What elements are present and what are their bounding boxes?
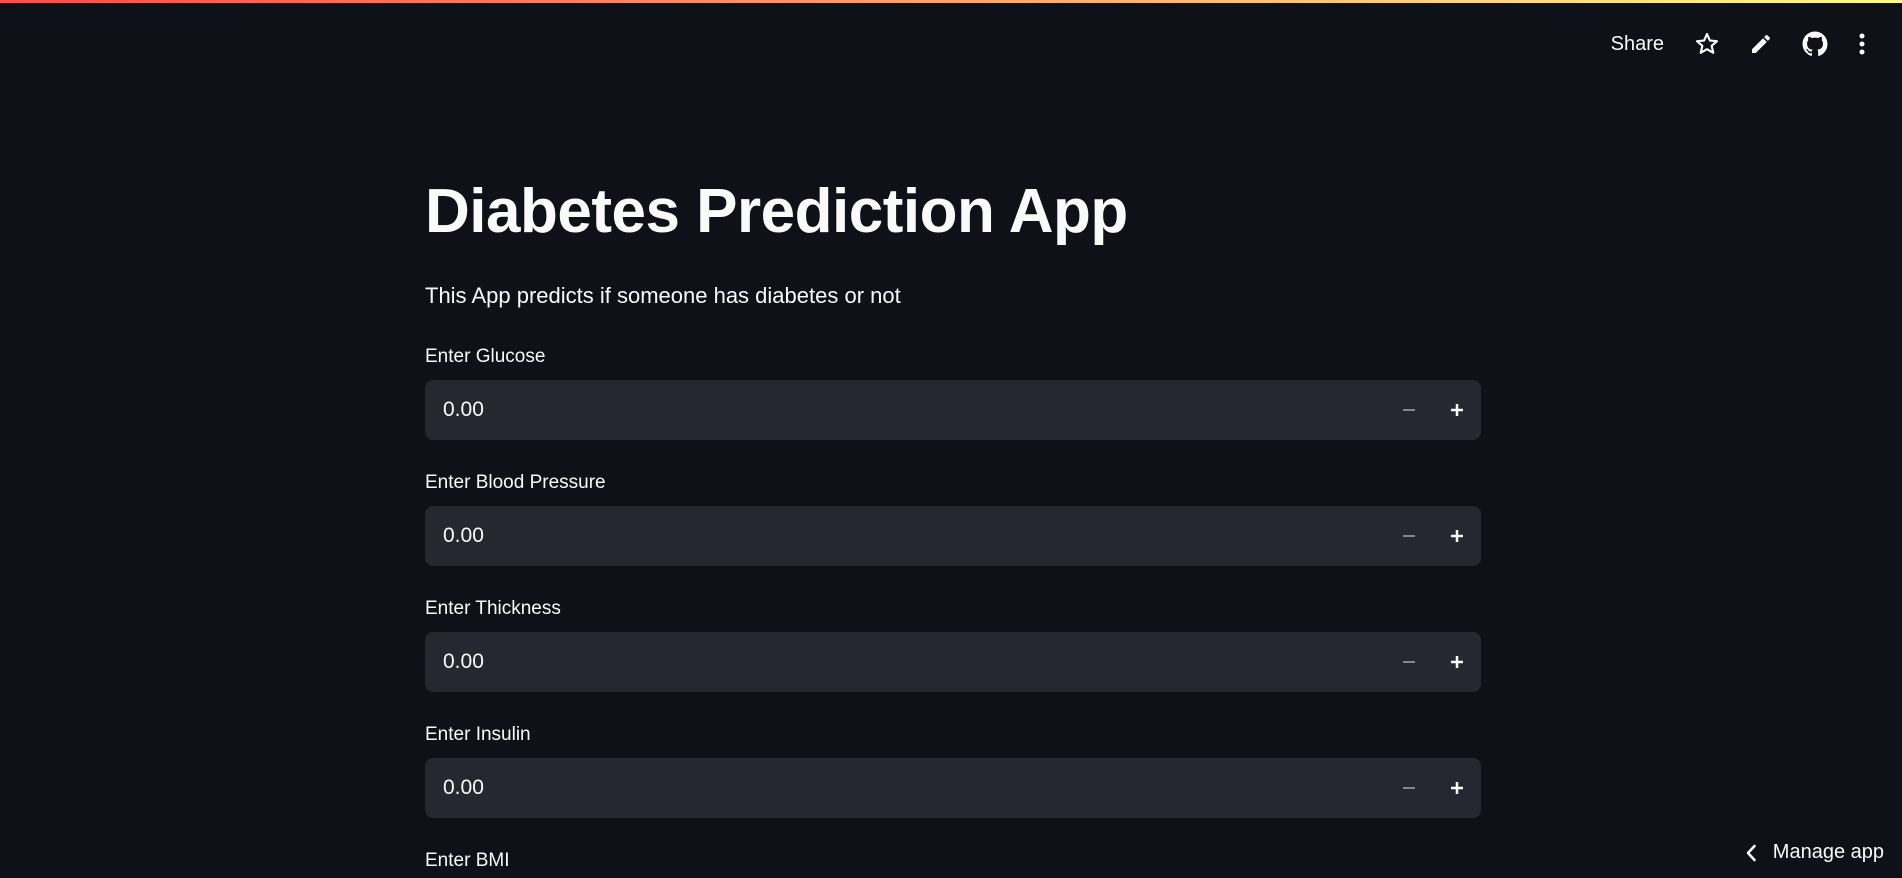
thickness-field: Enter Thickness <box>425 596 1481 692</box>
page-title: Diabetes Prediction App <box>425 177 1128 246</box>
insulin-input-row <box>425 758 1481 818</box>
blood-pressure-input-row <box>425 506 1481 566</box>
bmi-field: Enter BMI <box>425 848 1481 874</box>
blood-pressure-increment-button[interactable] <box>1433 506 1481 566</box>
top-decoration-bar <box>0 0 1902 3</box>
insulin-input[interactable] <box>425 758 1385 818</box>
thickness-increment-button[interactable] <box>1433 632 1481 692</box>
page-description: This App predicts if someone has diabete… <box>425 283 901 308</box>
glucose-label: Enter Glucose <box>425 346 546 367</box>
plus-icon <box>1451 530 1463 542</box>
github-icon[interactable] <box>1788 26 1842 62</box>
blood-pressure-label: Enter Blood Pressure <box>425 472 606 493</box>
thickness-input[interactable] <box>425 632 1385 692</box>
glucose-field: Enter Glucose <box>425 344 1481 440</box>
minus-icon <box>1403 787 1415 789</box>
thickness-input-row <box>425 632 1481 692</box>
plus-icon <box>1451 404 1463 416</box>
insulin-field: Enter Insulin <box>425 722 1481 818</box>
blood-pressure-decrement-button[interactable] <box>1385 506 1433 566</box>
glucose-increment-button[interactable] <box>1433 380 1481 440</box>
plus-icon <box>1451 656 1463 668</box>
insulin-label: Enter Insulin <box>425 724 531 745</box>
app-toolbar: Share <box>1595 26 1882 62</box>
glucose-input-row <box>425 380 1481 440</box>
share-button[interactable]: Share <box>1595 26 1680 62</box>
thickness-label: Enter Thickness <box>425 598 561 619</box>
bmi-label: Enter BMI <box>425 850 510 871</box>
thickness-decrement-button[interactable] <box>1385 632 1433 692</box>
manage-app-label: Manage app <box>1772 841 1884 863</box>
plus-icon <box>1451 782 1463 794</box>
glucose-decrement-button[interactable] <box>1385 380 1433 440</box>
glucose-input[interactable] <box>425 380 1385 440</box>
star-icon[interactable] <box>1680 26 1734 62</box>
blood-pressure-field: Enter Blood Pressure <box>425 470 1481 566</box>
chevron-left-icon <box>1746 844 1756 861</box>
minus-icon <box>1403 661 1415 663</box>
insulin-increment-button[interactable] <box>1433 758 1481 818</box>
minus-icon <box>1403 535 1415 537</box>
insulin-decrement-button[interactable] <box>1385 758 1433 818</box>
manage-app-button[interactable]: Manage app <box>1745 841 1884 864</box>
edit-icon[interactable] <box>1734 26 1788 62</box>
minus-icon <box>1403 409 1415 411</box>
blood-pressure-input[interactable] <box>425 506 1385 566</box>
more-vertical-icon[interactable] <box>1842 26 1882 62</box>
